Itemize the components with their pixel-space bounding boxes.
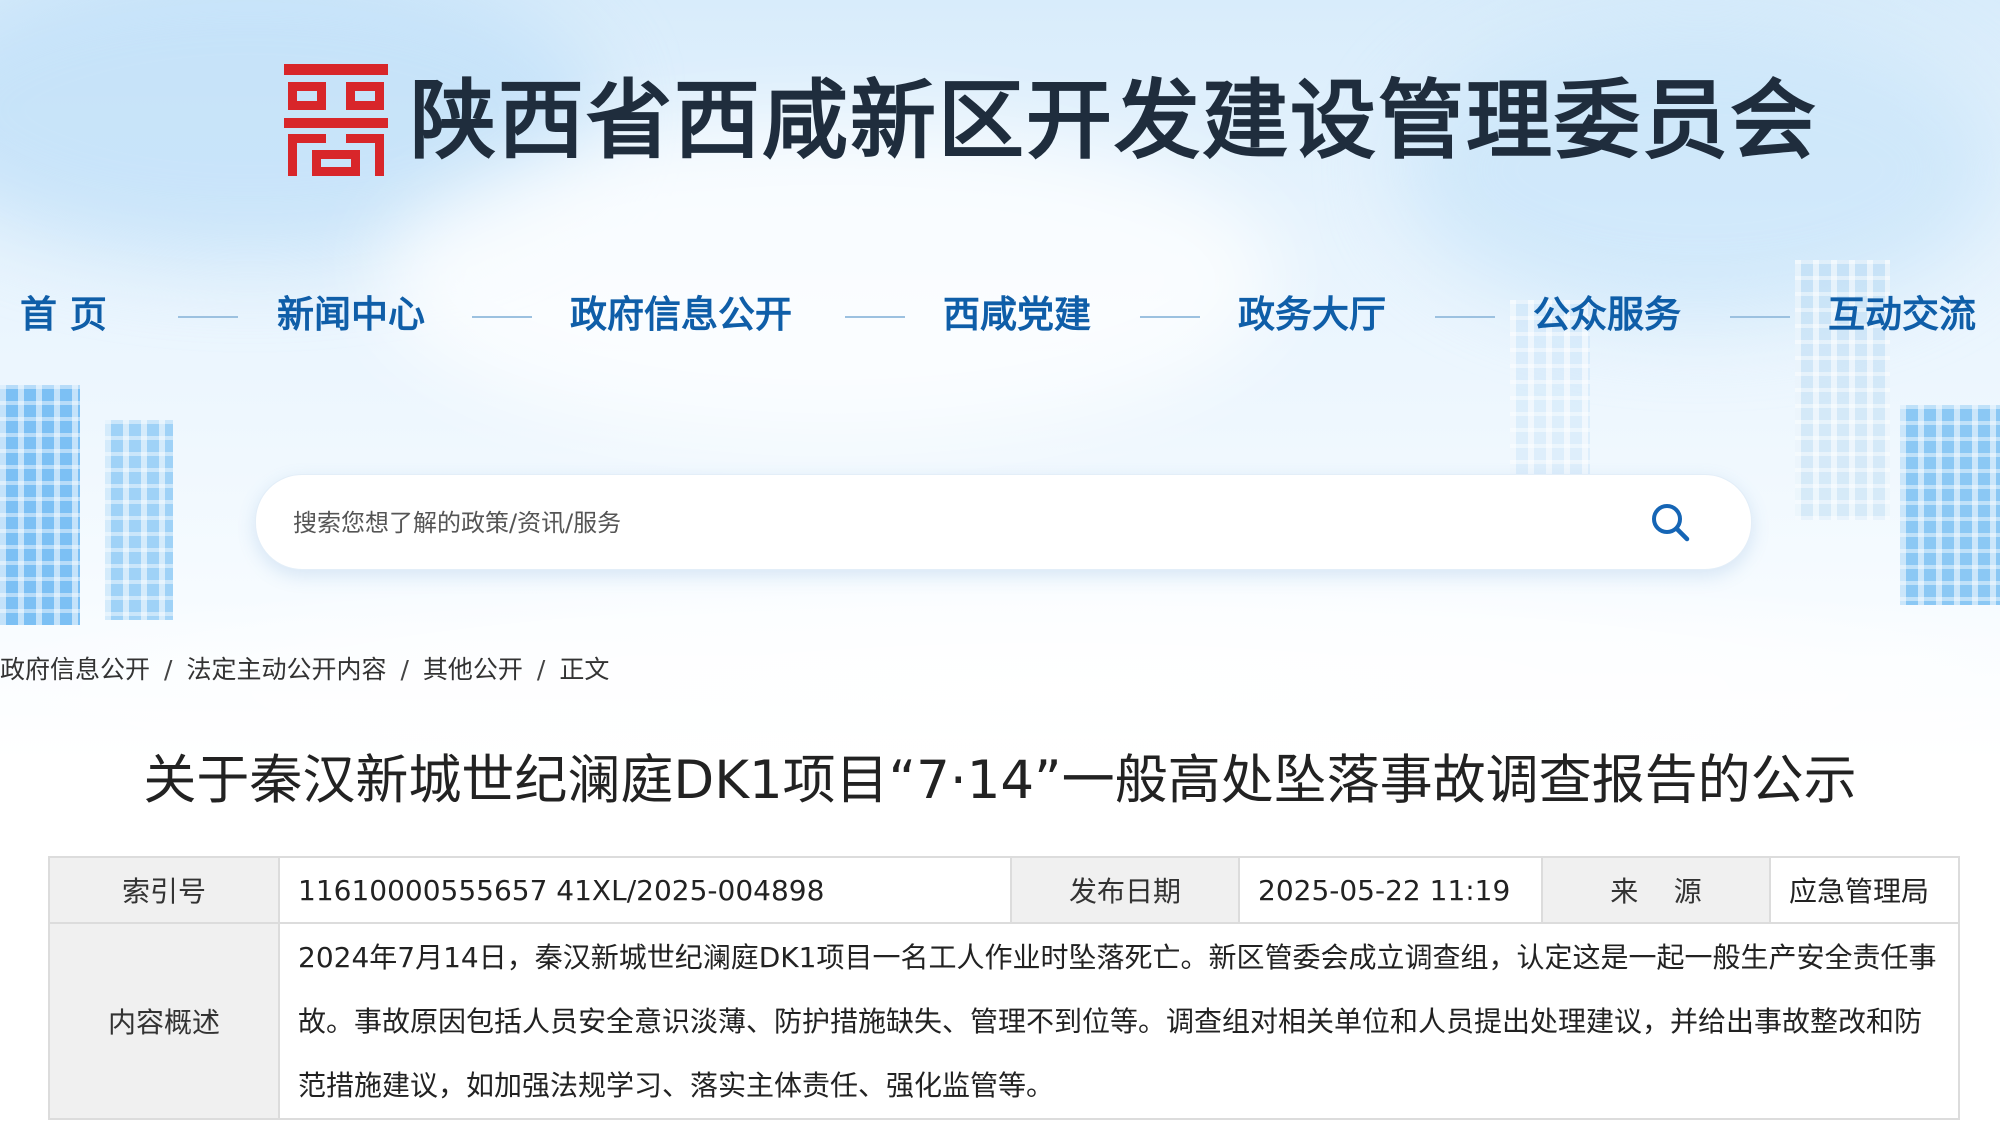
nav-separator (1730, 316, 1790, 318)
search-icon[interactable] (1649, 501, 1691, 543)
nav-item-home[interactable]: 首 页 (20, 285, 107, 345)
date-label: 发布日期 (1010, 856, 1240, 924)
article-meta-table: 索引号 11610000555657 41XL/2025-004898 发布日期… (48, 856, 1960, 1120)
breadcrumb-separator: / (164, 655, 173, 684)
nav-separator (178, 316, 238, 318)
site-logo-icon[interactable] (282, 60, 392, 180)
index-value: 11610000555657 41XL/2025-004898 (278, 856, 1012, 924)
site-title: 陕西省西咸新区开发建设管理委员会 (410, 71, 1818, 171)
breadcrumb: 政府信息公开 / 法定主动公开内容 / 其他公开 / 正文 (0, 650, 609, 690)
nav-separator (845, 316, 905, 318)
breadcrumb-separator: / (536, 655, 546, 684)
main-navigation: 首 页 新闻中心 政府信息公开 西咸党建 政务大厅 公众服务 互动交流 (0, 285, 2000, 345)
index-label: 索引号 (48, 856, 280, 924)
building-illustration (0, 385, 80, 625)
nav-separator (1140, 316, 1200, 318)
nav-item-interaction[interactable]: 互动交流 (1828, 285, 1976, 345)
nav-item-government-info[interactable]: 政府信息公开 (570, 285, 792, 345)
building-illustration (105, 420, 173, 620)
nav-item-service-hall[interactable]: 政务大厅 (1238, 285, 1386, 345)
breadcrumb-separator: / (400, 655, 409, 684)
nav-item-public-service[interactable]: 公众服务 (1533, 285, 1681, 345)
breadcrumb-item-current: 正文 (559, 655, 610, 684)
breadcrumb-item-statutory-content[interactable]: 法定主动公开内容 (186, 655, 386, 684)
summary-value: 2024年7月14日，秦汉新城世纪澜庭DK1项目一名工人作业时坠落死亡。新区管委… (278, 922, 1960, 1120)
breadcrumb-item-other-disclosure[interactable]: 其他公开 (423, 655, 523, 684)
article-title: 关于秦汉新城世纪澜庭DK1项目“7·14”一般高处坠落事故调查报告的公示 (143, 750, 1857, 811)
date-value: 2025-05-22 11:19 (1238, 856, 1543, 924)
source-label: 来 源 (1541, 856, 1771, 924)
summary-label: 内容概述 (48, 922, 280, 1120)
source-value: 应急管理局 (1769, 856, 1960, 924)
search-input[interactable] (291, 497, 1615, 549)
table-row: 内容概述 2024年7月14日，秦汉新城世纪澜庭DK1项目一名工人作业时坠落死亡… (48, 922, 1960, 1120)
breadcrumb-item-government-info[interactable]: 政府信息公开 (0, 655, 150, 684)
table-row: 索引号 11610000555657 41XL/2025-004898 发布日期… (48, 856, 1960, 924)
nav-item-party-building[interactable]: 西咸党建 (943, 285, 1091, 345)
nav-item-news-center[interactable]: 新闻中心 (277, 285, 425, 345)
search-bar (255, 474, 1752, 570)
nav-separator (1435, 316, 1495, 318)
nav-separator (472, 316, 532, 318)
building-illustration (1900, 405, 2000, 605)
